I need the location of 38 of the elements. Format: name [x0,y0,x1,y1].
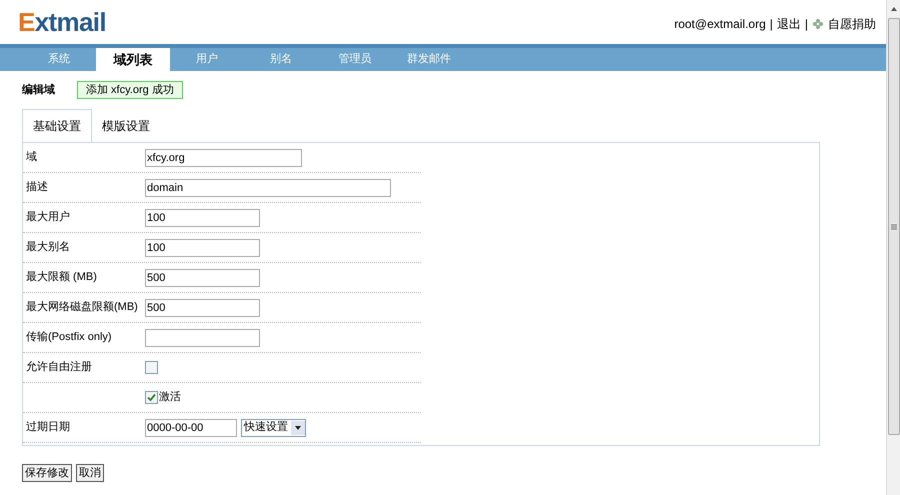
page-title: 编辑域 [22,82,55,98]
quick-set-dropdown[interactable]: 快速设置 [241,418,306,436]
field-label: 最大限额 (MB) [26,270,97,286]
field-label: 传输(Postfix only) [26,330,112,346]
separator: | [770,16,773,33]
input-field[interactable]: domain [145,178,391,196]
form-button[interactable]: 取消 [76,464,104,482]
form-button[interactable]: 保存修改 [22,464,72,482]
user-email: root@extmail.org [674,16,766,33]
settings-tab[interactable]: 基础设置 [22,109,92,142]
input-field[interactable]: 500 [145,298,260,316]
field-label: 最大别名 [26,240,70,256]
input-field[interactable]: 500 [145,268,260,286]
input-field[interactable]: 100 [145,208,260,226]
success-message: 添加 xfcy.org 成功 [77,81,183,99]
flower-icon [812,18,824,30]
input-field[interactable] [145,328,260,346]
logout-link[interactable]: 退出 [776,15,801,33]
checkbox[interactable] [145,391,158,404]
donate-link[interactable]: 自愿捐助 [828,15,876,33]
check-icon [147,393,156,402]
nav-tab[interactable]: 域列表 [96,48,170,71]
input-field[interactable]: 100 [145,238,260,256]
input-field[interactable]: xfcy.org [145,148,302,166]
field-label: 过期日期 [26,420,70,436]
field-label: 最大用户 [26,210,70,226]
logo: Extmail [18,6,106,38]
settings-tab[interactable]: 模版设置 [92,109,160,142]
checkbox[interactable] [145,361,158,374]
separator: | [804,16,808,33]
field-label: 描述 [26,180,48,196]
checkbox-label: 激活 [159,390,181,406]
scrollbar[interactable] [886,0,900,495]
date-field[interactable]: 0000-00-00 [145,418,237,436]
field-label: 最大网络磁盘限额(MB) [26,300,138,316]
field-label: 允许自由注册 [26,360,92,376]
grip-icon [890,224,896,230]
field-label: 域 [26,150,37,166]
